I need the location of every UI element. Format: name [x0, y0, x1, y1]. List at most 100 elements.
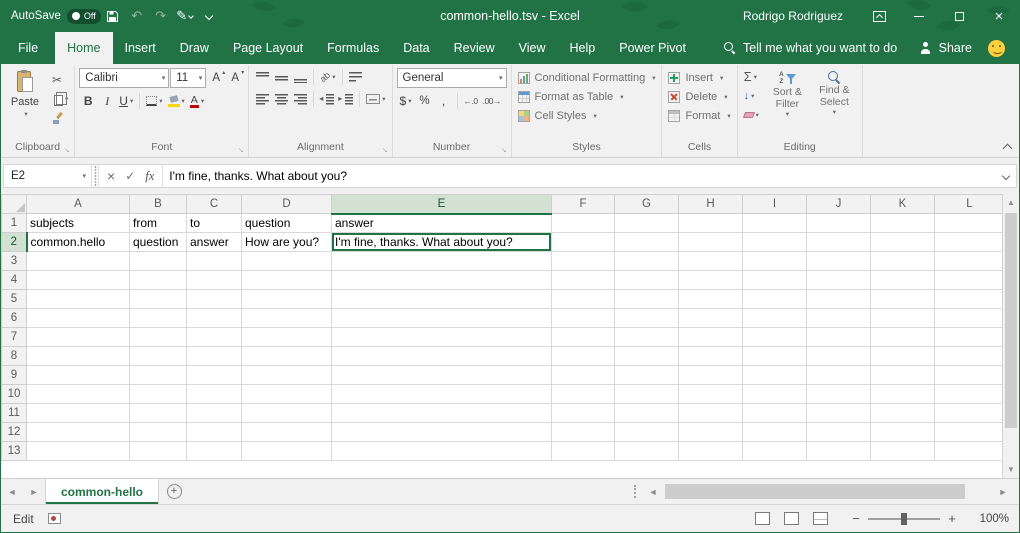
fill-button[interactable]: ↓▾ — [742, 87, 761, 104]
cell-G1[interactable] — [615, 214, 679, 233]
cell-H11[interactable] — [679, 404, 743, 423]
cell-B10[interactable] — [130, 385, 187, 404]
tab-data[interactable]: Data — [391, 32, 441, 64]
cell-G13[interactable] — [615, 442, 679, 461]
cell-K10[interactable] — [871, 385, 935, 404]
tab-review[interactable]: Review — [442, 32, 507, 64]
expand-formula-bar-button[interactable] — [996, 165, 1016, 187]
tab-insert[interactable]: Insert — [113, 32, 168, 64]
conditional-formatting-button[interactable]: Conditional Formatting ▾ — [516, 68, 658, 87]
save-button[interactable] — [101, 0, 125, 32]
cell-F13[interactable] — [552, 442, 615, 461]
row-header-11[interactable]: 11 — [2, 404, 27, 423]
cell-L10[interactable] — [935, 385, 1005, 404]
font-family-select[interactable]: Calibri▾ — [79, 68, 169, 88]
cell-L7[interactable] — [935, 328, 1005, 347]
row-header-12[interactable]: 12 — [2, 423, 27, 442]
row-header-7[interactable]: 7 — [2, 328, 27, 347]
format-as-table-button[interactable]: Format as Table ▾ — [516, 87, 658, 106]
align-center-button[interactable] — [272, 90, 290, 108]
delete-cells-button[interactable]: Delete ▾ — [666, 87, 732, 106]
cell-G9[interactable] — [615, 366, 679, 385]
tab-file[interactable]: File — [1, 32, 55, 64]
cell-A5[interactable] — [27, 290, 130, 309]
cell-I5[interactable] — [743, 290, 807, 309]
inking-button[interactable]: ✎ — [173, 0, 197, 32]
comma-style-button[interactable]: , — [435, 92, 453, 110]
normal-view-button[interactable] — [755, 512, 770, 525]
find-select-button[interactable]: Find & Select ▾ — [811, 68, 858, 140]
cell-C6[interactable] — [187, 309, 242, 328]
cell-J4[interactable] — [807, 271, 871, 290]
cell-L6[interactable] — [935, 309, 1005, 328]
cell-J11[interactable] — [807, 404, 871, 423]
decrease-decimal-button[interactable]: .00→ — [481, 92, 503, 110]
cell-E2[interactable]: I'm fine, thanks. What about you? — [332, 233, 552, 252]
increase-decimal-button[interactable]: ←.0 — [462, 92, 480, 110]
cell-D3[interactable] — [242, 252, 332, 271]
cell-B2[interactable]: question — [130, 233, 187, 252]
maximize-button[interactable] — [939, 0, 979, 32]
format-cells-button[interactable]: Format ▾ — [666, 106, 732, 125]
cell-F10[interactable] — [552, 385, 615, 404]
row-header-13[interactable]: 13 — [2, 442, 27, 461]
cell-I6[interactable] — [743, 309, 807, 328]
cell-H4[interactable] — [679, 271, 743, 290]
cell-F8[interactable] — [552, 347, 615, 366]
underline-button[interactable]: U▾ — [117, 92, 135, 110]
cell-I7[interactable] — [743, 328, 807, 347]
v-scroll-thumb[interactable] — [1005, 213, 1017, 428]
cell-J9[interactable] — [807, 366, 871, 385]
tab-home[interactable]: Home — [55, 32, 112, 64]
cell-D6[interactable] — [242, 309, 332, 328]
ribbon-display-options-button[interactable] — [859, 0, 899, 32]
cell-I1[interactable] — [743, 214, 807, 233]
cell-H5[interactable] — [679, 290, 743, 309]
cell-J3[interactable] — [807, 252, 871, 271]
insert-function-button[interactable]: fx — [145, 169, 154, 184]
cell-B8[interactable] — [130, 347, 187, 366]
fill-color-button[interactable]: ▾ — [166, 92, 187, 110]
cell-J7[interactable] — [807, 328, 871, 347]
cell-F3[interactable] — [552, 252, 615, 271]
cell-E9[interactable] — [332, 366, 552, 385]
cell-J5[interactable] — [807, 290, 871, 309]
user-account[interactable]: Rodrigo Rodriguez — [743, 9, 843, 23]
cell-F2[interactable] — [552, 233, 615, 252]
undo-button[interactable]: ↶ — [125, 0, 149, 32]
cell-F11[interactable] — [552, 404, 615, 423]
enter-entry-button[interactable]: ✓ — [125, 170, 135, 182]
cell-D7[interactable] — [242, 328, 332, 347]
column-header-L[interactable]: L — [935, 195, 1005, 214]
column-header-B[interactable]: B — [130, 195, 187, 214]
merge-center-button[interactable]: ▾ — [364, 90, 387, 108]
feedback-smiley-icon[interactable] — [988, 40, 1005, 57]
insert-cells-button[interactable]: Insert ▾ — [666, 68, 732, 87]
cell-E8[interactable] — [332, 347, 552, 366]
cell-K8[interactable] — [871, 347, 935, 366]
share-button[interactable]: Share — [910, 32, 982, 64]
cell-B1[interactable]: from — [130, 214, 187, 233]
cell-K13[interactable] — [871, 442, 935, 461]
cell-I13[interactable] — [743, 442, 807, 461]
cell-C13[interactable] — [187, 442, 242, 461]
cell-G4[interactable] — [615, 271, 679, 290]
cell-I12[interactable] — [743, 423, 807, 442]
row-header-4[interactable]: 4 — [2, 271, 27, 290]
tab-scrollbar-splitter[interactable] — [634, 485, 638, 498]
column-header-A[interactable]: A — [27, 195, 130, 214]
row-header-1[interactable]: 1 — [2, 214, 27, 233]
cell-J10[interactable] — [807, 385, 871, 404]
cell-C12[interactable] — [187, 423, 242, 442]
row-header-9[interactable]: 9 — [2, 366, 27, 385]
paste-button[interactable]: Paste ▾ — [5, 68, 45, 140]
scroll-up-button[interactable]: ▲ — [1003, 194, 1019, 211]
cell-K12[interactable] — [871, 423, 935, 442]
scroll-left-button[interactable]: ◄ — [643, 479, 663, 504]
column-header-K[interactable]: K — [871, 195, 935, 214]
previous-sheet-button[interactable]: ◄ — [1, 479, 23, 504]
cell-B6[interactable] — [130, 309, 187, 328]
borders-button[interactable]: ▾ — [144, 92, 164, 110]
font-color-button[interactable]: A▾ — [188, 92, 206, 110]
cell-D12[interactable] — [242, 423, 332, 442]
